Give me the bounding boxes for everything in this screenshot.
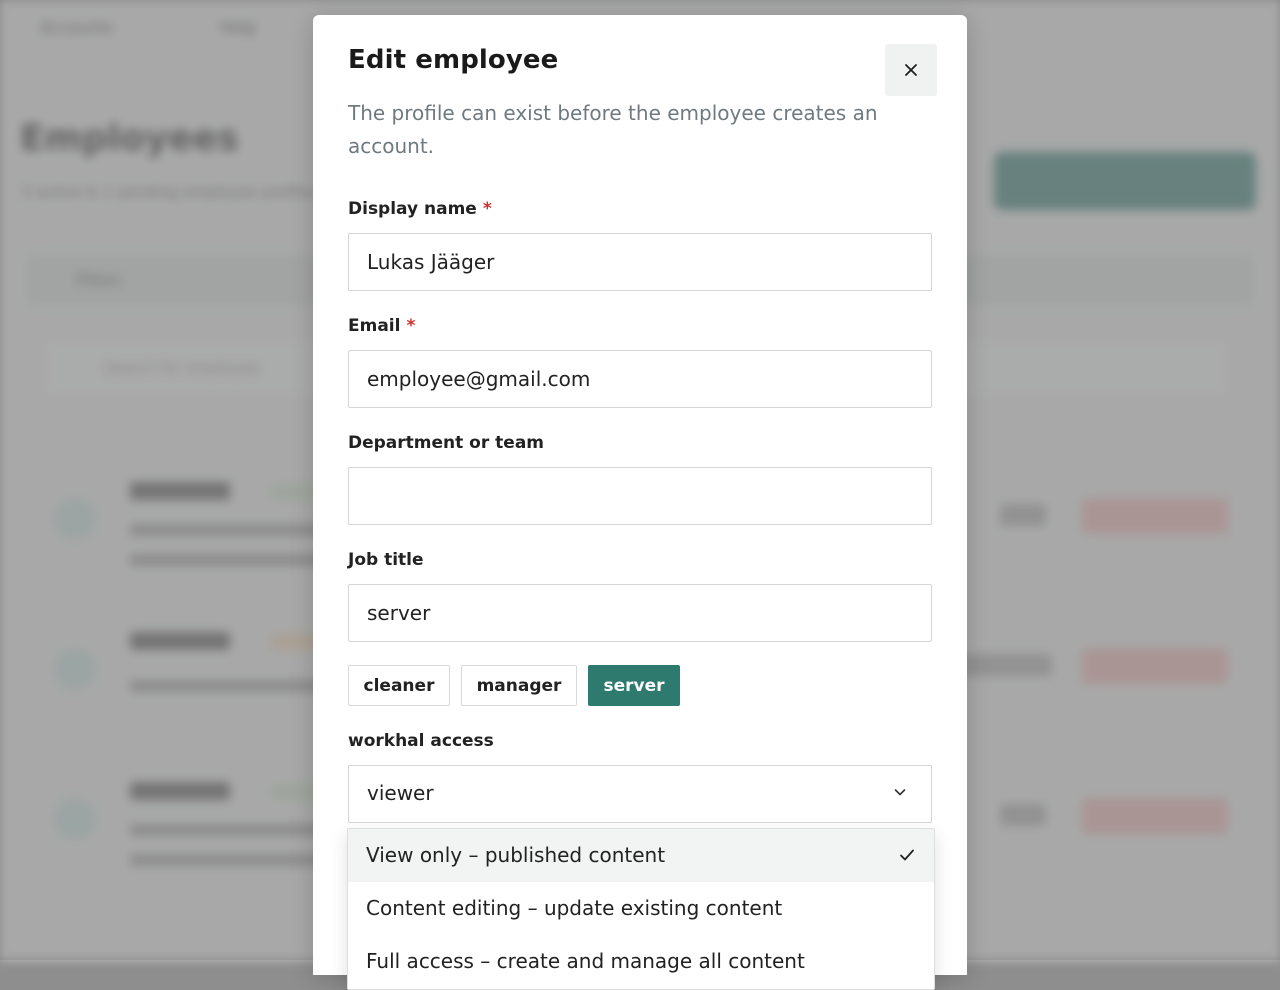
chevron-down-icon xyxy=(894,789,906,796)
display-name-input[interactable] xyxy=(348,233,932,291)
dialog-title: Edit employee xyxy=(348,45,559,75)
edit-employee-dialog: Edit employee The profile can exist befo… xyxy=(313,15,967,990)
email-input[interactable] xyxy=(348,350,932,408)
access-option-label: Content editing – update existing conten… xyxy=(366,896,783,920)
close-button[interactable] xyxy=(885,44,937,96)
access-select-value: viewer xyxy=(367,781,434,805)
access-label: workhal access xyxy=(348,731,494,751)
check-icon xyxy=(900,849,914,861)
access-option-view-only[interactable]: View only – published content xyxy=(348,829,934,882)
job-title-input[interactable] xyxy=(348,584,932,642)
department-label: Department or team xyxy=(348,433,545,453)
access-option-label: View only – published content xyxy=(366,843,666,867)
required-marker: * xyxy=(482,199,492,219)
display-name-label: Display name * xyxy=(348,199,492,219)
job-title-label: Job title xyxy=(348,550,424,570)
job-title-suggestion-manager[interactable]: manager xyxy=(461,665,577,706)
department-input[interactable] xyxy=(348,467,932,525)
close-icon xyxy=(905,64,917,76)
access-options-list: View only – published content Content ed… xyxy=(347,828,935,990)
access-select[interactable]: viewer xyxy=(348,765,932,823)
required-marker: * xyxy=(406,316,416,336)
email-label: Email * xyxy=(348,316,415,336)
access-option-label: Full access – create and manage all cont… xyxy=(366,949,805,973)
access-option-full-access[interactable]: Full access – create and manage all cont… xyxy=(348,935,934,988)
display-name-label-text: Display name xyxy=(348,199,477,219)
access-option-content-editing[interactable]: Content editing – update existing conten… xyxy=(348,882,934,935)
job-title-suggestion-server[interactable]: server xyxy=(588,665,680,706)
job-title-suggestion-cleaner[interactable]: cleaner xyxy=(348,665,450,706)
email-label-text: Email xyxy=(348,316,401,336)
dialog-description: The profile can exist before the employe… xyxy=(348,101,878,158)
